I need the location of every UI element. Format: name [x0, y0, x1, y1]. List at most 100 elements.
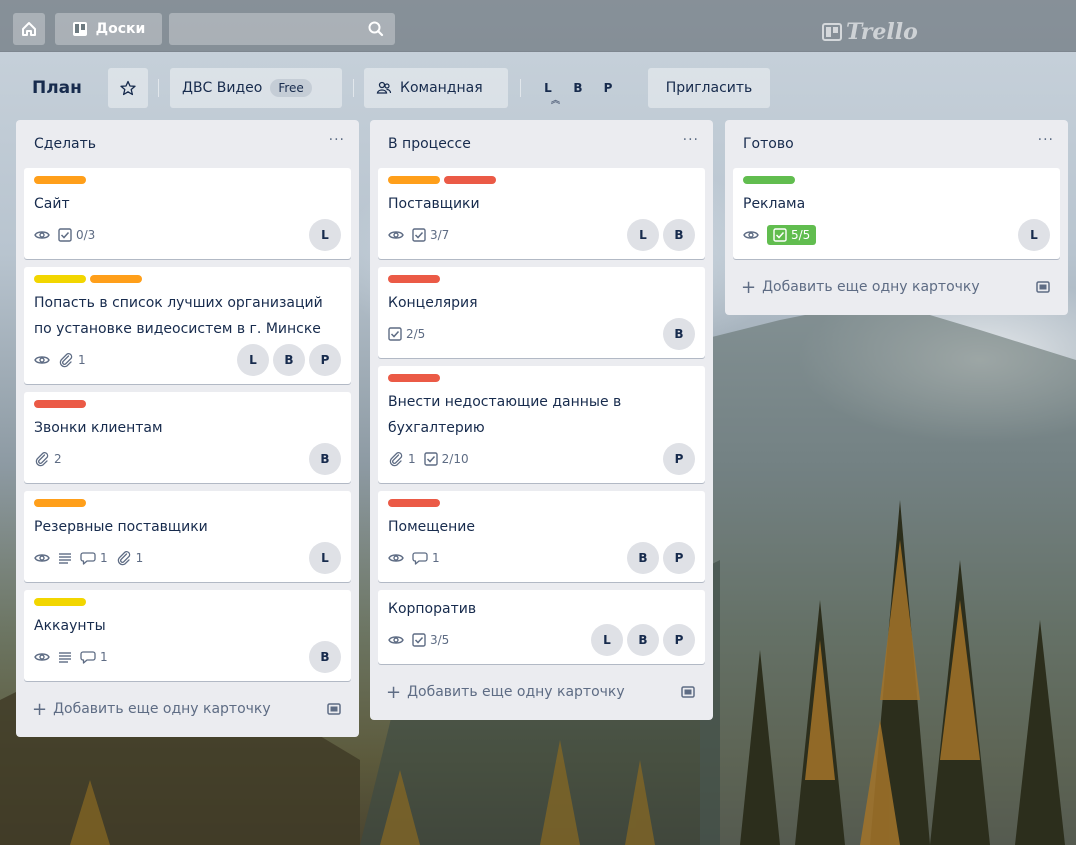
avatar[interactable]: P	[663, 443, 695, 475]
comment-icon	[412, 550, 428, 566]
card-label[interactable]	[444, 176, 496, 184]
avatar[interactable]: B	[627, 542, 659, 574]
card-label[interactable]	[34, 499, 86, 507]
avatar[interactable]: L	[309, 219, 341, 251]
add-card-button[interactable]: + Добавить еще одну карточку	[24, 689, 351, 729]
card-label[interactable]	[34, 400, 86, 408]
home-button[interactable]	[13, 13, 45, 45]
card-members: L	[309, 219, 341, 251]
search-input[interactable]	[169, 13, 395, 45]
card-badges: 0/3	[34, 227, 309, 243]
attachment-count: 1	[78, 353, 86, 367]
list-title[interactable]: Сделать	[34, 136, 96, 152]
comment-badge: 1	[80, 550, 108, 566]
card-badges: 2/5	[388, 327, 663, 341]
visibility-button[interactable]: Командная	[364, 68, 508, 108]
member-avatar[interactable]: P	[600, 81, 616, 95]
add-card-button[interactable]: + Добавить еще одну карточку	[733, 267, 1060, 307]
checklist-badge: 3/7	[412, 228, 449, 242]
attachment-icon	[58, 352, 74, 368]
card-labels	[34, 400, 341, 408]
card[interactable]: Помещение 1 B P	[378, 491, 705, 582]
card[interactable]: Звонки клиентам 2 B	[24, 392, 351, 483]
avatar[interactable]: L	[591, 624, 623, 656]
list-menu-button[interactable]: ···	[329, 132, 345, 148]
comment-count: 1	[432, 551, 440, 565]
card-label[interactable]	[388, 499, 440, 507]
card[interactable]: Сайт 0/3 L	[24, 168, 351, 259]
card-label[interactable]	[90, 275, 142, 283]
card[interactable]: Внести недостающие данные в бухгалтерию 1…	[378, 366, 705, 483]
card-badges: 1	[34, 649, 309, 665]
card-label[interactable]	[388, 374, 440, 382]
card-labels	[743, 176, 1050, 184]
card-label[interactable]	[743, 176, 795, 184]
watch-badge	[388, 632, 404, 648]
watch-icon	[34, 550, 50, 566]
card-badges-row: 3/5 L B P	[388, 622, 695, 658]
visibility-label: Командная	[400, 80, 483, 96]
list-title[interactable]: В процессе	[388, 136, 471, 152]
card[interactable]: Поставщики 3/7 L B	[378, 168, 705, 259]
card-template-icon[interactable]	[327, 702, 341, 716]
list-title[interactable]: Готово	[743, 136, 794, 152]
card-members: LBP	[237, 344, 341, 376]
card-badges-row: 1 2/10 P	[388, 441, 695, 477]
card-badges: 11	[34, 550, 309, 566]
attachment-badge: 2	[34, 451, 62, 467]
checklist-count: 3/5	[430, 633, 450, 647]
avatar[interactable]: B	[627, 624, 659, 656]
member-avatar[interactable]: L ︽	[540, 81, 560, 106]
card-label[interactable]	[388, 275, 440, 283]
card-members: LB	[627, 219, 695, 251]
star-button[interactable]	[108, 68, 148, 108]
card-label[interactable]	[34, 176, 86, 184]
card[interactable]: Аккаунты 1 B	[24, 590, 351, 681]
boards-button[interactable]: Доски	[55, 13, 162, 45]
add-card-label: Добавить еще одну карточку	[762, 279, 980, 295]
card-template-icon[interactable]	[1036, 280, 1050, 294]
card-label[interactable]	[34, 598, 86, 606]
avatar[interactable]: P	[663, 624, 695, 656]
avatar[interactable]: P	[309, 344, 341, 376]
avatar[interactable]: B	[309, 641, 341, 673]
avatar[interactable]: B	[663, 318, 695, 350]
list-menu-button[interactable]: ···	[1038, 132, 1054, 148]
avatar[interactable]: L	[1018, 219, 1050, 251]
card[interactable]: Попасть в список лучших организаций по у…	[24, 267, 351, 384]
list-menu-button[interactable]: ···	[683, 132, 699, 148]
card-title: Сайт	[34, 196, 70, 212]
board-title[interactable]: План	[24, 72, 90, 104]
card-members: B	[663, 318, 695, 350]
avatar[interactable]: B	[663, 219, 695, 251]
card-label[interactable]	[34, 275, 86, 283]
checklist-count: 0/3	[76, 228, 96, 242]
attachment-badge: 1	[388, 451, 416, 467]
watch-badge	[388, 227, 404, 243]
home-icon	[21, 21, 37, 37]
comment-icon	[80, 550, 96, 566]
header-divider	[353, 79, 354, 97]
avatar[interactable]: L	[309, 542, 341, 574]
card-members: L	[1018, 219, 1050, 251]
card[interactable]: Концелярия 2/5 B	[378, 267, 705, 358]
team-label: ДВС Видео	[182, 80, 263, 96]
card[interactable]: Реклама 5/5 L	[733, 168, 1060, 259]
card-template-icon[interactable]	[681, 685, 695, 699]
card[interactable]: Корпоратив 3/5 L B P	[378, 590, 705, 664]
watch-badge	[34, 227, 50, 243]
card-label[interactable]	[388, 176, 440, 184]
avatar[interactable]: L	[237, 344, 269, 376]
avatar[interactable]: B	[309, 443, 341, 475]
avatar[interactable]: P	[663, 542, 695, 574]
attachment-icon	[116, 550, 132, 566]
team-button[interactable]: ДВС Видео Free	[170, 68, 342, 108]
trello-logo[interactable]: Trello	[822, 19, 918, 45]
card[interactable]: Резервные поставщики 1 1 L	[24, 491, 351, 582]
avatar[interactable]: B	[273, 344, 305, 376]
invite-button[interactable]: Пригласить	[648, 68, 770, 108]
add-card-button[interactable]: + Добавить еще одну карточку	[378, 672, 705, 712]
member-avatar[interactable]: B	[570, 81, 586, 95]
avatar[interactable]: L	[627, 219, 659, 251]
checklist-icon	[412, 633, 426, 647]
